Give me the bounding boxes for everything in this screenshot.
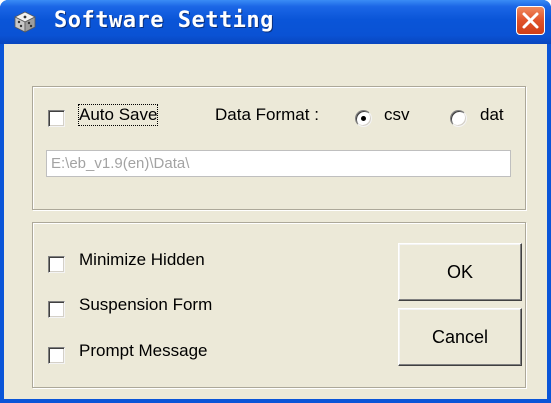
dat-radio[interactable] [450,110,467,127]
minimize-hidden-checkbox[interactable] [48,256,65,273]
dat-label[interactable]: dat [480,105,504,125]
minimize-hidden-label[interactable]: Minimize Hidden [79,250,205,270]
suspension-form-checkbox[interactable] [48,301,65,318]
close-icon [522,12,539,29]
ok-button[interactable]: OK [398,243,522,301]
auto-save-label[interactable]: Auto Save [77,104,159,126]
radio-selected-dot [361,116,366,121]
cancel-button[interactable]: Cancel [398,308,522,366]
dialog-client-area: Auto Save Data Format : csv dat E:\eb_v1… [4,44,547,399]
prompt-message-checkbox[interactable] [48,347,65,364]
data-format-label: Data Format : [215,105,319,124]
dice-icon [14,11,36,33]
csv-radio[interactable] [355,110,372,127]
csv-label[interactable]: csv [384,105,410,125]
auto-save-checkbox[interactable] [48,110,65,127]
data-path-field[interactable]: E:\eb_v1.9(en)\Data\ [46,150,511,177]
close-button[interactable] [516,6,545,35]
prompt-message-label[interactable]: Prompt Message [79,341,208,361]
window-title: Software Setting [54,8,274,33]
suspension-form-label[interactable]: Suspension Form [79,295,212,315]
title-bar[interactable]: Software Setting [0,0,551,44]
software-setting-window: Software Setting Auto Save Data Format :… [0,0,551,403]
